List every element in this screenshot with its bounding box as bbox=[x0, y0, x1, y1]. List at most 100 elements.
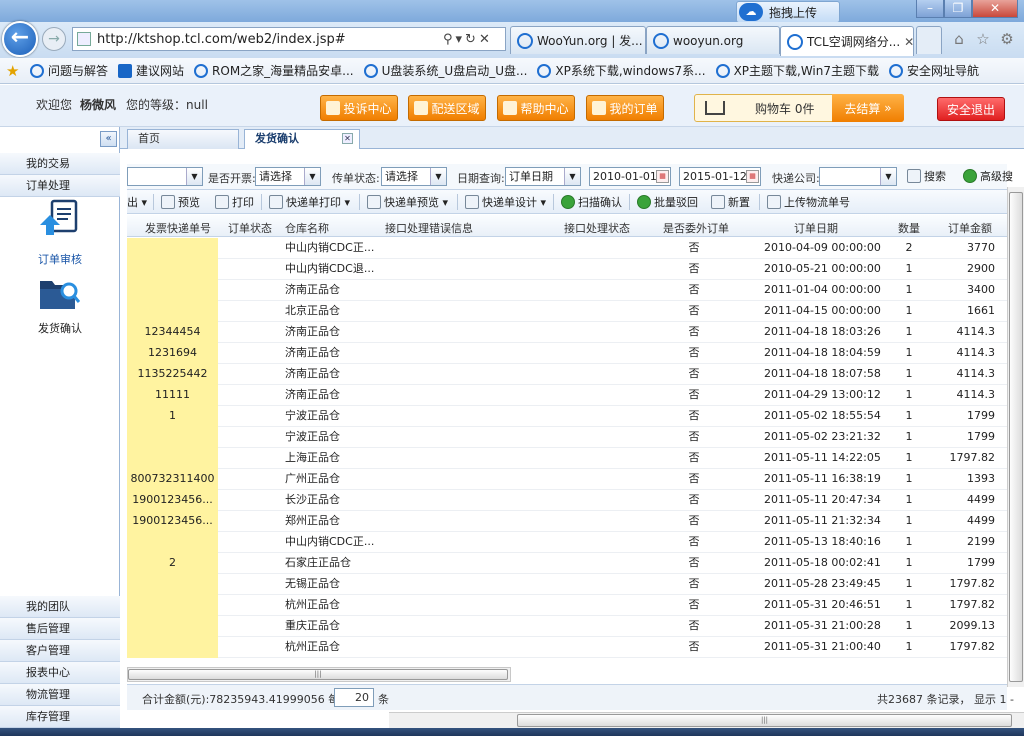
sidebar-item-order-processing[interactable]: 订单处理 bbox=[0, 175, 120, 197]
my-orders-button[interactable]: 我的订单 bbox=[586, 95, 664, 121]
column-interface-status[interactable]: 接口处理状态 bbox=[564, 220, 630, 236]
table-row[interactable]: 中山内销CDC正... 否 2010-04-09 00:00:00 2 3770 bbox=[127, 238, 1007, 259]
logout-button[interactable]: 安全退出 bbox=[937, 97, 1005, 121]
scrollbar-thumb[interactable]: ||| bbox=[128, 669, 508, 680]
tab-shipment-confirm[interactable]: 发货确认 ✕ bbox=[244, 129, 360, 149]
sidebar-item-after-sales[interactable]: 售后管理 bbox=[0, 618, 120, 640]
table-row[interactable]: 12344454 济南正品仓 否 2011-04-18 18:03:26 1 4114.3 bbox=[127, 322, 1007, 343]
forward-button[interactable]: → bbox=[42, 27, 66, 51]
table-row[interactable]: 1135225442 济南正品仓 否 2011-04-18 18:07:58 1 4114… bbox=[127, 364, 1007, 385]
favorite-item[interactable]: ROM之家_海量精品安卓... bbox=[194, 62, 354, 79]
close-window-button[interactable]: ✕ bbox=[972, 0, 1018, 18]
collapse-sidebar-button[interactable]: « bbox=[100, 131, 117, 147]
export-button[interactable]: 出 ▾ bbox=[127, 194, 147, 210]
date-to-input[interactable]: 2015-01-12 ▦ bbox=[679, 167, 761, 186]
favorites-star-icon[interactable]: ☆ bbox=[974, 30, 992, 48]
table-row[interactable]: 杭州正品仓 否 2011-05-31 20:46:51 1 1797.82 bbox=[127, 595, 1007, 616]
browser-tab-wooyun-1[interactable]: WooYun.org | 发... bbox=[510, 26, 646, 54]
calendar-icon[interactable]: ▦ bbox=[746, 170, 759, 183]
favorite-item[interactable]: 问题与解答 bbox=[30, 62, 108, 79]
sidebar-item-reports[interactable]: 报表中心 bbox=[0, 662, 120, 684]
scrollbar-thumb[interactable]: ||| bbox=[517, 714, 1012, 727]
page-horizontal-scrollbar[interactable]: ||| bbox=[389, 712, 1024, 728]
address-url[interactable]: http://ktshop.tcl.com/web2/index.jsp# bbox=[97, 32, 443, 47]
transfer-status-select[interactable]: 请选择 ▼ bbox=[381, 167, 447, 186]
home-icon[interactable]: ⌂ bbox=[950, 30, 968, 48]
table-row[interactable]: 无锡正品仓 否 2011-05-28 23:49:45 1 1797.82 bbox=[127, 574, 1007, 595]
invoice-select[interactable]: 请选择 ▼ bbox=[255, 167, 321, 186]
new-tab-button[interactable] bbox=[916, 26, 942, 54]
column-amount[interactable]: 订单金额 bbox=[948, 220, 992, 236]
table-row[interactable]: 1231694 济南正品仓 否 2011-04-18 18:04:59 1 4114.3 bbox=[127, 343, 1007, 364]
address-bar[interactable]: http://ktshop.tcl.com/web2/index.jsp# ⚲▾… bbox=[72, 27, 506, 51]
first-filter-select[interactable]: ▼ bbox=[127, 167, 203, 186]
complaint-center-button[interactable]: 投诉中心 bbox=[320, 95, 398, 121]
express-print-button[interactable]: 快递单打印 ▾ bbox=[269, 194, 350, 210]
favorite-item[interactable]: XP系统下载,windows7系... bbox=[537, 62, 706, 79]
column-interface-error[interactable]: 接口处理错误信息 bbox=[385, 220, 473, 236]
scan-confirm-button[interactable]: 扫描确认 bbox=[561, 194, 622, 210]
dispatch-button[interactable]: 新置 bbox=[711, 194, 750, 210]
close-tab-icon[interactable]: ✕ bbox=[342, 133, 353, 144]
calendar-icon[interactable]: ▦ bbox=[656, 170, 669, 183]
express-design-button[interactable]: 快递单设计 ▾ bbox=[465, 194, 546, 210]
grid-horizontal-scrollbar[interactable]: ||| bbox=[127, 667, 511, 682]
search-button[interactable]: 搜索 bbox=[907, 168, 946, 184]
sidebar-item-my-team[interactable]: 我的团队 bbox=[0, 596, 120, 618]
favorite-item[interactable]: U盘装系统_U盘启动_U盘... bbox=[363, 62, 527, 79]
sidebar-item-logistics[interactable]: 物流管理 bbox=[0, 684, 120, 706]
column-order-status[interactable]: 订单状态 bbox=[228, 220, 272, 236]
favorite-item[interactable]: 建议网站 bbox=[118, 62, 184, 79]
back-button[interactable]: ← bbox=[2, 21, 38, 57]
drag-upload-button[interactable]: ☁ 拖拽上传 bbox=[736, 1, 840, 23]
maximize-button[interactable]: ❐ bbox=[944, 0, 972, 18]
table-row[interactable]: 济南正品仓 否 2011-01-04 00:00:00 1 3400 bbox=[127, 280, 1007, 301]
advanced-search-button[interactable]: 高级搜 bbox=[963, 168, 1013, 184]
table-row[interactable]: 杭州正品仓 否 2011-05-31 21:00:40 1 1797.82 bbox=[127, 637, 1007, 658]
grid-vertical-scrollbar[interactable] bbox=[1007, 187, 1024, 687]
column-order-date[interactable]: 订单日期 bbox=[794, 220, 838, 236]
table-row[interactable]: 1900123456... 郑州正品仓 否 2011-05-11 21:32:34 1 4… bbox=[127, 511, 1007, 532]
table-row[interactable]: 宁波正品仓 否 2011-05-02 23:21:32 1 1799 bbox=[127, 427, 1007, 448]
table-row[interactable]: 1900123456... 长沙正品仓 否 2011-05-11 20:47:34 1 4… bbox=[127, 490, 1007, 511]
batch-reject-button[interactable]: 批量驳回 bbox=[637, 194, 698, 210]
table-row[interactable]: 中山内销CDC退... 否 2010-05-21 00:00:00 1 2900 bbox=[127, 259, 1007, 280]
table-row[interactable]: 重庆正品仓 否 2011-05-31 21:00:28 1 2099.13 bbox=[127, 616, 1007, 637]
page-size-input[interactable]: 20 bbox=[334, 688, 374, 707]
column-warehouse[interactable]: 仓库名称 bbox=[285, 220, 329, 236]
sidebar-item-inventory[interactable]: 库存管理 bbox=[0, 706, 120, 728]
column-track-no[interactable]: 发票快递单号 bbox=[145, 220, 211, 236]
column-entrusted[interactable]: 是否委外订单 bbox=[663, 220, 729, 236]
checkout-button[interactable]: 去结算 » bbox=[832, 94, 904, 122]
close-tab-icon[interactable]: ✕ bbox=[904, 35, 913, 49]
preview-button[interactable]: 预览 bbox=[161, 194, 200, 210]
gear-icon[interactable]: ⚙ bbox=[998, 30, 1016, 48]
browser-tab-tcl[interactable]: TCL空调网络分... ✕ bbox=[780, 26, 914, 56]
print-button[interactable]: 打印 bbox=[215, 194, 254, 210]
table-row[interactable]: 北京正品仓 否 2011-04-15 00:00:00 1 1661 bbox=[127, 301, 1007, 322]
tab-home[interactable]: 首页 bbox=[127, 129, 239, 149]
sidebar-item-customers[interactable]: 客户管理 bbox=[0, 640, 120, 662]
minimize-button[interactable]: – bbox=[916, 0, 944, 18]
favorites-icon[interactable]: ★ bbox=[6, 62, 26, 80]
express-preview-button[interactable]: 快递单预览 ▾ bbox=[367, 194, 448, 210]
help-center-button[interactable]: 帮助中心 bbox=[497, 95, 575, 121]
column-qty[interactable]: 数量 bbox=[898, 220, 920, 236]
address-tools-icon[interactable]: ⚲▾↻✕ bbox=[443, 32, 505, 47]
scrollbar-thumb[interactable] bbox=[1009, 192, 1023, 682]
favorite-item[interactable]: 安全网址导航 bbox=[889, 62, 979, 79]
browser-tab-wooyun-2[interactable]: wooyun.org bbox=[646, 26, 780, 54]
favorite-item[interactable]: XP主题下载,Win7主题下载 bbox=[715, 62, 879, 79]
table-row[interactable]: 800732311400 广州正品仓 否 2011-05-11 16:38:19 1 13… bbox=[127, 469, 1007, 490]
date-from-input[interactable]: 2010-01-01 ▦ bbox=[589, 167, 671, 186]
delivery-area-button[interactable]: 配送区域 bbox=[408, 95, 486, 121]
table-row[interactable]: 上海正品仓 否 2011-05-11 14:22:05 1 1797.82 bbox=[127, 448, 1007, 469]
express-company-select[interactable]: ▼ bbox=[819, 167, 897, 186]
date-type-select[interactable]: 订单日期 ▼ bbox=[505, 167, 581, 186]
table-row[interactable]: 2 石家庄正品仓 否 2011-05-18 00:02:41 1 1799 bbox=[127, 553, 1007, 574]
table-row[interactable]: 中山内销CDC正... 否 2011-05-13 18:40:16 1 2199 bbox=[127, 532, 1007, 553]
table-row[interactable]: 1 宁波正品仓 否 2011-05-02 18:55:54 1 1799 bbox=[127, 406, 1007, 427]
upload-logistics-button[interactable]: 上传物流单号 bbox=[767, 194, 850, 210]
table-row[interactable]: 11111 济南正品仓 否 2011-04-29 13:00:12 1 4114.3 bbox=[127, 385, 1007, 406]
sidebar-item-my-trade[interactable]: 我的交易 bbox=[0, 153, 120, 175]
